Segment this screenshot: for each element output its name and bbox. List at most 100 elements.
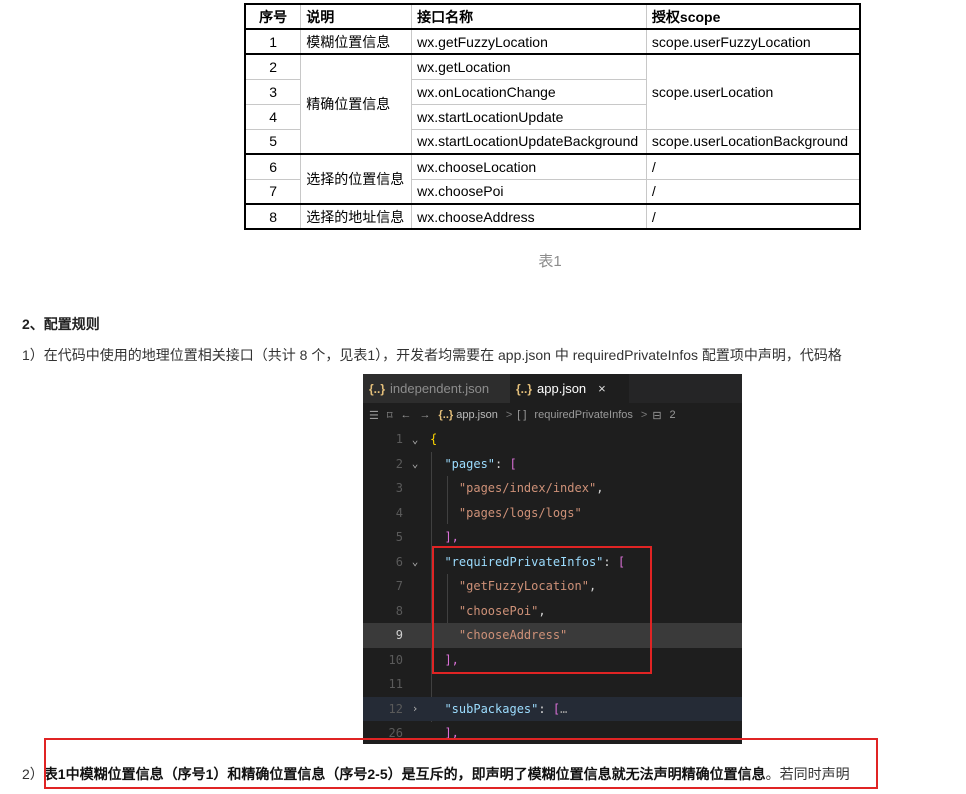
code-token: [ — [509, 456, 517, 471]
cell-desc: 模糊位置信息 — [300, 28, 413, 55]
json-file-icon: {..} — [369, 381, 386, 396]
code-line-current: 9 "chooseAddress" — [363, 623, 742, 648]
fold-chevron-icon[interactable]: ⌄ — [407, 433, 423, 446]
col-header-desc: 说明 — [300, 3, 413, 30]
cell-no: 2 — [244, 53, 302, 80]
chevron-right-icon: > — [640, 409, 648, 421]
code-line: 3 "pages/index/index", — [363, 476, 742, 501]
line-number: 8 — [395, 603, 403, 618]
cell-scope: scope.userLocation — [645, 53, 861, 130]
col-header-api: 接口名称 — [411, 3, 647, 30]
tab-label: independent.json — [390, 381, 490, 396]
line-number: 11 — [388, 677, 403, 692]
cell-api: wx.startLocationUpdate — [411, 103, 647, 130]
cell-no: 4 — [244, 103, 302, 130]
code-line: 6 ⌄ "requiredPrivateInfos": [ — [363, 550, 742, 575]
back-arrow-icon[interactable]: ← — [401, 409, 412, 421]
code-token: : — [538, 701, 553, 716]
code-token: , — [596, 481, 604, 496]
code-token: , — [588, 579, 597, 594]
cell-no: 8 — [244, 203, 302, 230]
code-token: ], — [444, 726, 459, 741]
code-token: : — [603, 554, 618, 569]
cell-desc: 选择的位置信息 — [300, 153, 413, 205]
line-number: 7 — [395, 579, 403, 594]
code-token: ], — [444, 530, 459, 545]
fold-chevron-icon[interactable]: ⌄ — [407, 555, 423, 568]
cell-no: 5 — [244, 128, 302, 155]
cell-no: 3 — [244, 78, 302, 105]
table-row: 6 选择的位置信息 wx.chooseLocation / — [244, 153, 861, 205]
paragraph-2-prefix: 2） — [22, 766, 44, 782]
line-number: 12 — [388, 701, 403, 716]
code-token: "subPackages" — [444, 701, 539, 716]
code-editor-screenshot: {..} independent.json {..} app.json × ☰ … — [363, 374, 742, 744]
paragraph-1: 1）在代码中使用的地理位置相关接口（共计 8 个，见表1），开发者均需要在 ap… — [22, 347, 842, 363]
cell-no: 1 — [244, 28, 302, 55]
line-number: 10 — [388, 652, 403, 667]
code-line: 5 ], — [363, 525, 742, 550]
code-line: 26 ], — [363, 721, 742, 744]
cell-scope: / — [645, 178, 861, 205]
cell-desc: 选择的地址信息 — [300, 203, 413, 230]
cell-no: 7 — [244, 178, 302, 205]
line-number: 3 — [395, 481, 403, 496]
breadcrumb-file[interactable]: app.json — [456, 409, 498, 421]
code-token: "requiredPrivateInfos" — [444, 554, 604, 569]
breadcrumb-key[interactable]: requiredPrivateInfos — [534, 409, 632, 421]
line-number: 6 — [395, 554, 403, 569]
line-number: 26 — [388, 726, 403, 741]
col-header-no: 序号 — [244, 3, 302, 30]
tab-app-json[interactable]: {..} app.json × — [510, 374, 629, 403]
close-icon[interactable]: × — [598, 381, 606, 396]
number-icon: ⊟ — [652, 409, 662, 422]
breadcrumb: ☰ ⌑ ← → {..} app.json > [ ] requiredPriv… — [363, 403, 742, 427]
line-number: 9 — [395, 628, 403, 643]
col-header-scope: 授权scope — [645, 3, 861, 30]
code-token: [ — [617, 554, 626, 569]
code-token: [ — [552, 701, 561, 716]
api-scope-table: 序号 说明 接口名称 授权scope 1 模糊位置信息 wx.getFuzzyL… — [244, 3, 861, 230]
bookmark-icon[interactable]: ⌑ — [387, 409, 393, 422]
table-row: 8 选择的地址信息 wx.chooseAddress / — [244, 203, 861, 230]
forward-arrow-icon[interactable]: → — [420, 409, 431, 421]
cell-scope: scope.userLocationBackground — [645, 128, 861, 155]
chevron-right-icon: > — [505, 409, 513, 421]
line-number: 4 — [395, 505, 403, 520]
code-token: : — [495, 456, 510, 471]
fold-chevron-icon[interactable]: › — [407, 702, 423, 715]
cell-api: wx.chooseLocation — [411, 153, 647, 180]
cell-api: wx.onLocationChange — [411, 78, 647, 105]
breadcrumb-index[interactable]: 2 — [670, 409, 676, 421]
cell-scope: / — [645, 203, 861, 230]
code-token: "getFuzzyLocation" — [458, 579, 589, 594]
section-title: 2、配置规则 — [22, 316, 100, 332]
cell-desc: 精确位置信息 — [300, 53, 413, 155]
cell-scope: / — [645, 153, 861, 180]
tab-independent-json[interactable]: {..} independent.json — [363, 374, 510, 403]
cell-api: wx.chooseAddress — [411, 203, 647, 230]
fold-chevron-icon[interactable]: ⌄ — [407, 457, 423, 470]
code-line-folded: 12 › "subPackages": [… — [363, 696, 742, 721]
code-line: 1 ⌄ { — [363, 427, 742, 452]
code-line: 4 "pages/logs/logs" — [363, 501, 742, 526]
cell-api: wx.getLocation — [411, 53, 647, 80]
json-file-icon: {..} — [438, 409, 454, 421]
table-row: 1 模糊位置信息 wx.getFuzzyLocation scope.userF… — [244, 28, 861, 55]
code-token: , — [538, 603, 546, 618]
code-token: ], — [444, 652, 459, 667]
cell-api: wx.choosePoi — [411, 178, 647, 205]
table-row: 2 精确位置信息 wx.getLocation scope.userLocati… — [244, 53, 861, 155]
code-line: 7 "getFuzzyLocation", — [363, 574, 742, 599]
code-token: { — [430, 432, 438, 447]
code-token: "choosePoi" — [458, 603, 539, 618]
code-token: "pages" — [444, 456, 496, 471]
paragraph-2-emphasis: 表1中模糊位置信息（序号1）和精确位置信息（序号2-5）是互斥的，即声明了模糊位… — [43, 766, 766, 782]
line-number: 5 — [395, 530, 403, 545]
list-icon[interactable]: ☰ — [369, 409, 379, 422]
tab-label: app.json — [537, 381, 587, 396]
table-header-row: 序号 说明 接口名称 授权scope — [244, 3, 861, 30]
folded-ellipsis[interactable]: … — [560, 702, 567, 716]
cell-scope: scope.userFuzzyLocation — [645, 28, 861, 55]
array-icon: [ ] — [517, 409, 527, 421]
